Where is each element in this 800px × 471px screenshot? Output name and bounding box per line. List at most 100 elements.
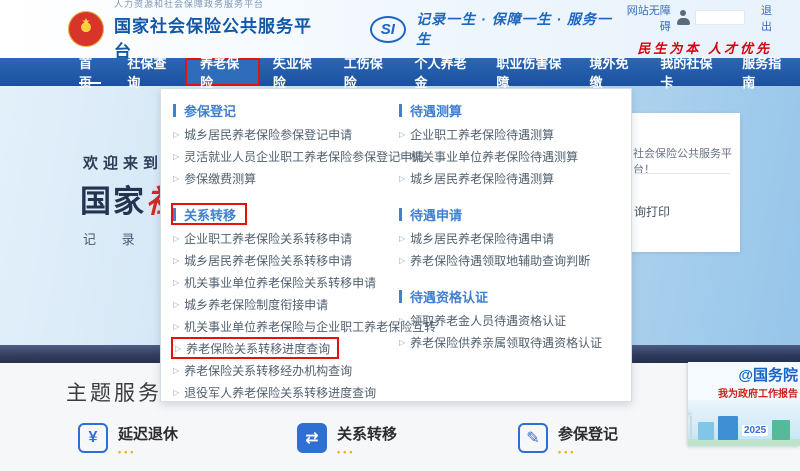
nav-item-work-injury[interactable]: 工伤保险 xyxy=(331,58,402,86)
dropdown-item-label: 养老保险关系转移进度查询 xyxy=(186,340,330,357)
section-bar-icon xyxy=(399,208,402,221)
dropdown-item-label: 养老保险待遇领取地辅助查询判断 xyxy=(410,252,590,269)
theme-item-registration[interactable]: ✎ 参保登记 ••• xyxy=(518,423,618,455)
dropdown-item[interactable]: ▷ 城乡居民养老保险待遇申请 xyxy=(399,227,619,249)
dropdown-item-label: 城乡居民养老保险待遇测算 xyxy=(410,170,554,187)
nav-item-service-guide[interactable]: 服务指南 xyxy=(729,58,800,86)
theme-item-relation-transfer[interactable]: ⇄ 关系转移 ••• xyxy=(297,423,397,455)
logout-link[interactable]: 退出 xyxy=(751,2,772,34)
triangle-icon: ▷ xyxy=(173,322,179,331)
dropdown-item-label: 城乡养老保险制度衔接申请 xyxy=(184,296,328,313)
nav-item-home[interactable]: 首页 xyxy=(66,58,114,86)
dropdown-item-label: 城乡居民养老保险待遇申请 xyxy=(410,230,554,247)
dropdown-item-label: 灵活就业人员企业职工养老保险参保登记申请 xyxy=(184,148,424,165)
dropdown-item-label: 参保缴费测算 xyxy=(184,170,256,187)
dropdown-item[interactable]: ▷ 参保缴费测算 xyxy=(173,167,395,189)
dropdown-item[interactable]: ▷ 养老保险关系转移经办机构查询 xyxy=(173,359,395,381)
promo-illustration: 2025 xyxy=(688,400,800,446)
dropdown-item-label: 养老保险关系转移经办机构查询 xyxy=(184,362,352,379)
gov-promo-banner[interactable]: @国务院 我为政府工作报告 2025 xyxy=(688,362,800,446)
nav-item-unemployment[interactable]: 失业保险 xyxy=(260,58,331,86)
triangle-icon: ▷ xyxy=(173,174,179,183)
card-divider xyxy=(635,173,730,174)
dropdown-item[interactable]: ▷ 养老保险待遇领取地辅助查询判断 xyxy=(399,249,619,271)
dropdown-item-label: 企业职工养老保险待遇测算 xyxy=(410,126,554,143)
dropdown-item-label: 退役军人养老保险关系转移进度查询 xyxy=(184,384,376,401)
section-bar-icon xyxy=(173,104,176,117)
banner-welcome-text: 欢迎来到 xyxy=(83,152,163,173)
nav-item-occupational-injury[interactable]: 职业伤害保障 xyxy=(483,58,576,86)
annotation-box: 关系转移 xyxy=(171,203,247,225)
pension-dropdown-menu: 参保登记 ▷城乡居民养老保险参保登记申请 ▷灵活就业人员企业职工养老保险参保登记… xyxy=(160,88,632,402)
section-header-benefit-calc: 待遇测算 xyxy=(399,97,619,123)
dropdown-item-label: 领取养老金人员待遇资格认证 xyxy=(410,312,566,329)
triangle-icon: ▷ xyxy=(399,316,405,325)
promo-subtitle: 我为政府工作报告 xyxy=(688,385,800,400)
theme-heading: 主题服务 xyxy=(66,377,162,407)
nav-item-pension-insurance[interactable]: 养老保险 xyxy=(185,58,260,86)
dropdown-left-column: 参保登记 ▷城乡居民养老保险参保登记申请 ▷灵活就业人员企业职工养老保险参保登记… xyxy=(173,97,395,403)
triangle-icon: ▷ xyxy=(399,256,405,265)
dots-decoration: ••• xyxy=(558,449,618,455)
nav-item-personal-pension[interactable]: 个人养老金 xyxy=(401,58,483,86)
dropdown-item[interactable]: ▷城乡居民养老保险待遇测算 xyxy=(399,167,619,189)
triangle-icon: ▷ xyxy=(399,338,405,347)
accessibility-link[interactable]: 网站无障碍 xyxy=(618,2,671,34)
user-zone: 网站无障碍 退出 民生为本 人才优先 xyxy=(618,2,772,57)
dropdown-item[interactable]: ▷ 领取养老金人员待遇资格认证 xyxy=(399,309,619,331)
section-header-label: 待遇申请 xyxy=(410,205,462,224)
triangle-icon: ▷ xyxy=(173,130,179,139)
dropdown-item[interactable]: ▷ 机关事业单位养老保险待遇测算 xyxy=(399,145,619,167)
yen-card-icon: ¥ xyxy=(78,423,108,453)
promo-year: 2025 xyxy=(742,425,768,436)
theme-item-label: 关系转移 xyxy=(337,423,397,444)
dropdown-item[interactable]: ▷ 企业职工养老保险待遇测算 xyxy=(399,123,619,145)
section-header-label: 待遇资格认证 xyxy=(410,287,488,306)
transfer-arrows-icon: ⇄ xyxy=(297,423,327,453)
dropdown-item[interactable]: ▷企业职工养老保险关系转移申请 xyxy=(173,227,395,249)
section-header-label: 参保登记 xyxy=(184,101,236,120)
section-header-qualification: 待遇资格认证 xyxy=(399,283,619,309)
triangle-icon: ▷ xyxy=(399,130,405,139)
nav-item-my-card[interactable]: 我的社保卡 xyxy=(647,58,729,86)
dropdown-item[interactable]: ▷城乡养老保险制度衔接申请 xyxy=(173,293,395,315)
triangle-icon: ▷ xyxy=(399,152,405,161)
triangle-icon: ▷ xyxy=(173,388,179,397)
dropdown-item[interactable]: ▷ 退役军人养老保险关系转移进度查询 xyxy=(173,381,395,403)
print-link[interactable]: 询打印 xyxy=(634,203,670,220)
dropdown-item[interactable]: ▷灵活就业人员企业职工养老保险参保登记申请 xyxy=(173,145,395,167)
dropdown-item[interactable]: ▷机关事业单位养老保险与企业职工养老保险互转 xyxy=(173,315,395,337)
dropdown-item[interactable]: ▷机关事业单位养老保险关系转移申请 xyxy=(173,271,395,293)
triangle-icon: ▷ xyxy=(173,152,179,161)
nav-item-overseas-exemption[interactable]: 境外免缴 xyxy=(577,58,648,86)
triangle-icon: ▷ xyxy=(399,234,405,243)
illustration-building xyxy=(772,420,790,440)
triangle-icon: ▷ xyxy=(175,344,181,353)
dropdown-item[interactable]: ▷养老保险供养亲属领取待遇资格认证 xyxy=(399,331,619,353)
illustration-ground xyxy=(688,439,800,446)
si-logo-icon: SI xyxy=(370,16,407,43)
theme-item-delayed-retirement[interactable]: ¥ 延迟退休 ••• xyxy=(78,423,178,455)
illustration-building xyxy=(718,416,738,440)
triangle-icon: ▷ xyxy=(173,256,179,265)
dropdown-item-transfer-progress[interactable]: ▷ 养老保险关系转移进度查询 xyxy=(173,337,395,359)
section-header-transfer: 关系转移 xyxy=(173,201,395,227)
dropdown-item[interactable]: ▷ 城乡居民养老保险关系转移申请 xyxy=(173,249,395,271)
banner-title-dark: 国家 xyxy=(80,184,146,219)
brand-subtitle: 人力资源和社会保障政务服务平台 xyxy=(114,0,322,10)
dropdown-item-label: 机关事业单位养老保险待遇测算 xyxy=(410,148,578,165)
nav-item-shebao-query[interactable]: 社保查询 xyxy=(114,58,185,86)
section-bar-icon xyxy=(173,208,176,221)
document-edit-icon: ✎ xyxy=(518,423,548,453)
theme-item-label: 参保登记 xyxy=(558,423,618,444)
annotation-box: ▷ 养老保险关系转移进度查询 xyxy=(171,337,339,359)
section-header-benefit-apply: 待遇申请 xyxy=(399,201,619,227)
triangle-icon: ▷ xyxy=(173,366,179,375)
dropdown-item-label: 城乡居民养老保险关系转移申请 xyxy=(184,252,352,269)
triangle-icon: ▷ xyxy=(173,234,179,243)
section-bar-icon xyxy=(399,104,402,117)
section-header-registration: 参保登记 xyxy=(173,97,395,123)
dropdown-item[interactable]: ▷城乡居民养老保险参保登记申请 xyxy=(173,123,395,145)
site-slogan: 记录一生 · 保障一生 · 服务一生 xyxy=(416,9,618,49)
si-logo-group: SI 记录一生 · 保障一生 · 服务一生 xyxy=(370,9,619,49)
